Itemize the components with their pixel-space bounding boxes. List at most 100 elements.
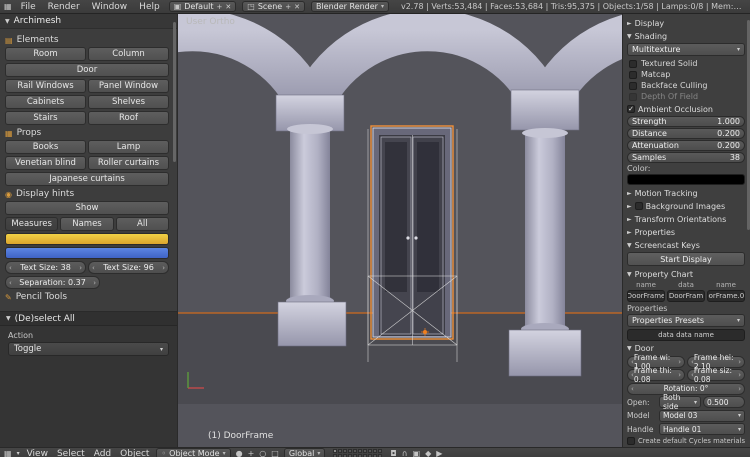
stepper-left-icon[interactable]: ‹ <box>9 264 12 272</box>
viewport-3d[interactable]: User Ortho (1) DoorFrame <box>178 14 622 447</box>
shading-mode-dropdown[interactable]: Multitexture ▾ <box>627 43 745 56</box>
lock-icon[interactable]: ◘ <box>390 450 396 457</box>
scale-manipulator-icon[interactable]: □ <box>271 450 279 457</box>
section-display[interactable]: ► Display <box>627 17 745 29</box>
stepper-right-icon[interactable]: › <box>678 358 681 366</box>
lamp-button[interactable]: Lamp <box>88 140 169 154</box>
snap-magnet-icon[interactable]: ∩ <box>402 450 408 457</box>
stepper-right-icon[interactable]: › <box>738 385 741 393</box>
stepper-left-icon[interactable]: ‹ <box>631 385 634 393</box>
stepper-right-icon[interactable]: › <box>79 264 82 272</box>
cycles-materials-option[interactable]: Create default Cycles materials <box>627 437 745 445</box>
stepper-right-icon[interactable]: › <box>738 371 741 379</box>
layer-toggle[interactable] <box>358 449 362 453</box>
menu-select[interactable]: Select <box>55 449 87 457</box>
scene-selector[interactable]: ◳ Scene + ✕ <box>242 1 305 12</box>
show-button[interactable]: Show <box>5 201 169 215</box>
backface-culling-option[interactable]: Backface Culling <box>627 80 745 91</box>
snap-element-icon[interactable]: ▣ <box>413 450 421 457</box>
menu-object[interactable]: Object <box>118 449 151 457</box>
properties-presets-dropdown[interactable]: Properties Presets ▾ <box>627 314 745 327</box>
textured-solid-option[interactable]: Textured Solid <box>627 58 745 69</box>
menu-file[interactable]: File <box>18 2 39 12</box>
menu-help[interactable]: Help <box>136 2 163 12</box>
viewport-editor-icon[interactable]: ▦ <box>4 450 12 457</box>
panel-window-button[interactable]: Panel Window <box>88 79 169 93</box>
frame-thickness-field[interactable]: ‹ Frame thi: 0.08 › <box>627 369 685 381</box>
ao-attenuation-slider[interactable]: Attenuation 0.200 <box>627 140 745 151</box>
separation-field[interactable]: ‹ Separation: 0.37 › <box>5 276 100 289</box>
room-button[interactable]: Room <box>5 47 86 61</box>
rail-windows-button[interactable]: Rail Windows <box>5 79 86 93</box>
checkbox-icon[interactable] <box>635 202 643 210</box>
layer-toggle[interactable] <box>363 449 367 453</box>
matcap-option[interactable]: Matcap <box>627 69 745 80</box>
action-dropdown[interactable]: Toggle ▾ <box>8 342 169 356</box>
translate-manipulator-icon[interactable]: + <box>248 450 255 457</box>
shelves-button[interactable]: Shelves <box>88 95 169 109</box>
add-scene-icon[interactable]: + <box>285 3 291 11</box>
hint-color-field-yellow[interactable] <box>5 233 169 245</box>
data-name-field[interactable]: data data name <box>627 329 745 341</box>
stairs-button[interactable]: Stairs <box>5 111 86 125</box>
start-display-button[interactable]: Start Display <box>627 252 745 266</box>
cabinets-button[interactable]: Cabinets <box>5 95 86 109</box>
layer-toggle[interactable] <box>338 449 342 453</box>
stepper-right-icon[interactable]: › <box>162 264 165 272</box>
all-toggle[interactable]: All <box>116 217 169 231</box>
checkbox-icon[interactable] <box>629 82 637 90</box>
frame-size-field[interactable]: ‹ Frame siz: 0.08 › <box>687 369 745 381</box>
layer-toggle[interactable] <box>343 449 347 453</box>
japanese-curtains-button[interactable]: Japanese curtains <box>5 172 169 186</box>
checkbox-icon[interactable] <box>627 437 635 445</box>
section-motion-tracking[interactable]: ► Motion Tracking <box>627 187 745 199</box>
books-button[interactable]: Books <box>5 140 86 154</box>
render-opengl-icon[interactable]: ◆ <box>425 450 431 457</box>
menu-render[interactable]: Render <box>45 2 83 12</box>
checkbox-icon[interactable] <box>629 60 637 68</box>
section-property-chart[interactable]: ▼ Property Chart <box>627 268 745 280</box>
column-button[interactable]: Column <box>88 47 169 61</box>
menu-view[interactable]: View <box>25 449 50 457</box>
layer-toggle[interactable] <box>333 449 337 453</box>
checkbox-checked-icon[interactable]: ✓ <box>627 105 635 113</box>
venetian-blind-button[interactable]: Venetian blind <box>5 156 86 170</box>
ao-samples-slider[interactable]: Samples 38 <box>627 152 745 163</box>
measures-toggle[interactable]: Measures <box>5 217 58 231</box>
handle-dropdown[interactable]: Handle 01 ▾ <box>659 423 745 435</box>
ao-distance-slider[interactable]: Distance 0.200 <box>627 128 745 139</box>
names-toggle[interactable]: Names <box>60 217 113 231</box>
text-size-field-2[interactable]: ‹ Text Size: 96 › <box>88 261 169 274</box>
section-screencast-keys[interactable]: ▼ Screencast Keys <box>627 239 745 251</box>
ao-strength-slider[interactable]: Strength 1.000 <box>627 116 745 127</box>
menu-add[interactable]: Add <box>92 449 113 457</box>
stepper-left-icon[interactable]: ‹ <box>9 279 12 287</box>
section-background-images[interactable]: ► Background Images <box>627 200 745 212</box>
rotate-manipulator-icon[interactable]: ○ <box>259 450 266 457</box>
add-layout-icon[interactable]: + <box>217 3 223 11</box>
open-side-dropdown[interactable]: Both side ▾ <box>659 396 701 408</box>
stepper-right-icon[interactable]: › <box>93 279 96 287</box>
editor-type-icon[interactable]: ▦ <box>4 3 12 11</box>
text-size-field-1[interactable]: ‹ Text Size: 38 › <box>5 261 86 274</box>
hint-color-field-blue[interactable] <box>5 247 169 259</box>
menu-window[interactable]: Window <box>89 2 131 12</box>
section-transform-orientations[interactable]: ► Transform Orientations <box>627 213 745 225</box>
ao-color-swatch[interactable] <box>627 174 745 185</box>
layer-toggle[interactable] <box>368 449 372 453</box>
layer-toggle[interactable] <box>348 449 352 453</box>
layer-toggle[interactable] <box>378 449 382 453</box>
layer-toggle[interactable] <box>373 449 377 453</box>
layer-toggle[interactable] <box>353 449 357 453</box>
stepper-left-icon[interactable]: ‹ <box>92 264 95 272</box>
delete-layout-icon[interactable]: ✕ <box>225 3 231 11</box>
tool-shelf-scrollbar[interactable] <box>173 22 176 162</box>
stepper-right-icon[interactable]: › <box>738 358 741 366</box>
checkbox-icon[interactable] <box>629 71 637 79</box>
archimesh-panel-header[interactable]: ▼ Archimesh <box>0 14 177 29</box>
open-factor-slider[interactable]: 0.500 <box>703 396 745 408</box>
chart-field-2[interactable]: DoorFram <box>667 290 705 302</box>
chart-field-1[interactable]: DoorFrame <box>627 290 665 302</box>
render-engine-selector[interactable]: Blender Render ▾ <box>311 1 389 12</box>
redo-panel-header[interactable]: ▼ (De)select All <box>0 312 177 326</box>
